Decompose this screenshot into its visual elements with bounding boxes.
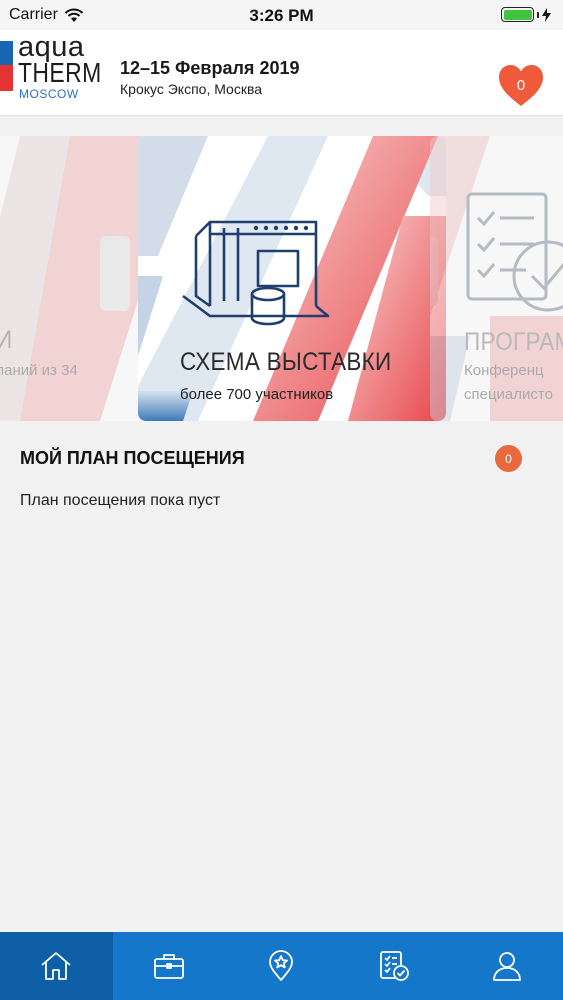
charging-bolt-icon — [542, 7, 551, 22]
logo-text-moscow: MOSCOW — [19, 87, 79, 101]
favorites-count: 0 — [516, 77, 526, 94]
status-time: 3:26 PM — [249, 6, 314, 25]
visit-plan-empty-text: План посещения пока пуст — [20, 492, 221, 509]
tab-exhibitors[interactable] — [113, 932, 226, 1000]
checklist-icon — [380, 951, 409, 981]
card-subtitle: более 700 участников — [180, 386, 334, 403]
carousel-card-program[interactable]: ПРОГРАМ Конференц специалисто — [430, 136, 563, 421]
feature-carousel[interactable]: И паний из 34 — [0, 117, 563, 435]
bottom-tab-bar — [0, 932, 563, 1000]
visit-plan-count-badge: 0 — [495, 445, 522, 472]
card-subtitle-line1: Конференц — [464, 362, 544, 379]
tab-program[interactable] — [338, 932, 451, 1000]
map-pin-star-icon — [269, 950, 294, 981]
favorites-button[interactable]: 0 — [498, 64, 544, 108]
aquatherm-logo[interactable]: aqua THERM MOSCOW — [0, 32, 108, 104]
tab-home[interactable] — [0, 932, 113, 1000]
logo-text-therm: THERM — [18, 57, 102, 88]
app-header: aqua THERM MOSCOW 12–15 Февраля 2019 Кро… — [0, 30, 563, 116]
card-background — [138, 136, 446, 421]
briefcase-icon — [153, 954, 184, 979]
user-icon — [492, 952, 521, 981]
card-title: СХЕМА ВЫСТАВКИ — [180, 348, 392, 376]
carousel-card-companies[interactable]: И паний из 34 — [0, 136, 152, 421]
tab-map[interactable] — [225, 932, 338, 1000]
battery-icon — [501, 7, 551, 22]
tab-profile[interactable] — [450, 932, 563, 1000]
visit-plan-title: МОЙ ПЛАН ПОСЕЩЕНИЯ — [20, 448, 245, 468]
home-icon — [41, 952, 71, 980]
card-title: И — [0, 326, 12, 355]
carousel-card-exhibition-map[interactable]: СХЕМА ВЫСТАВКИ более 700 участников — [138, 136, 446, 421]
card-subtitle: паний из 34 — [0, 362, 78, 379]
status-bar: Carrier 3:26 PM — [0, 0, 563, 30]
card-subtitle-line2: специалисто — [464, 386, 553, 403]
card-title: ПРОГРАМ — [464, 328, 563, 356]
event-venue: Крокус Экспо, Москва — [120, 81, 263, 97]
event-dates: 12–15 Февраля 2019 — [120, 58, 300, 78]
